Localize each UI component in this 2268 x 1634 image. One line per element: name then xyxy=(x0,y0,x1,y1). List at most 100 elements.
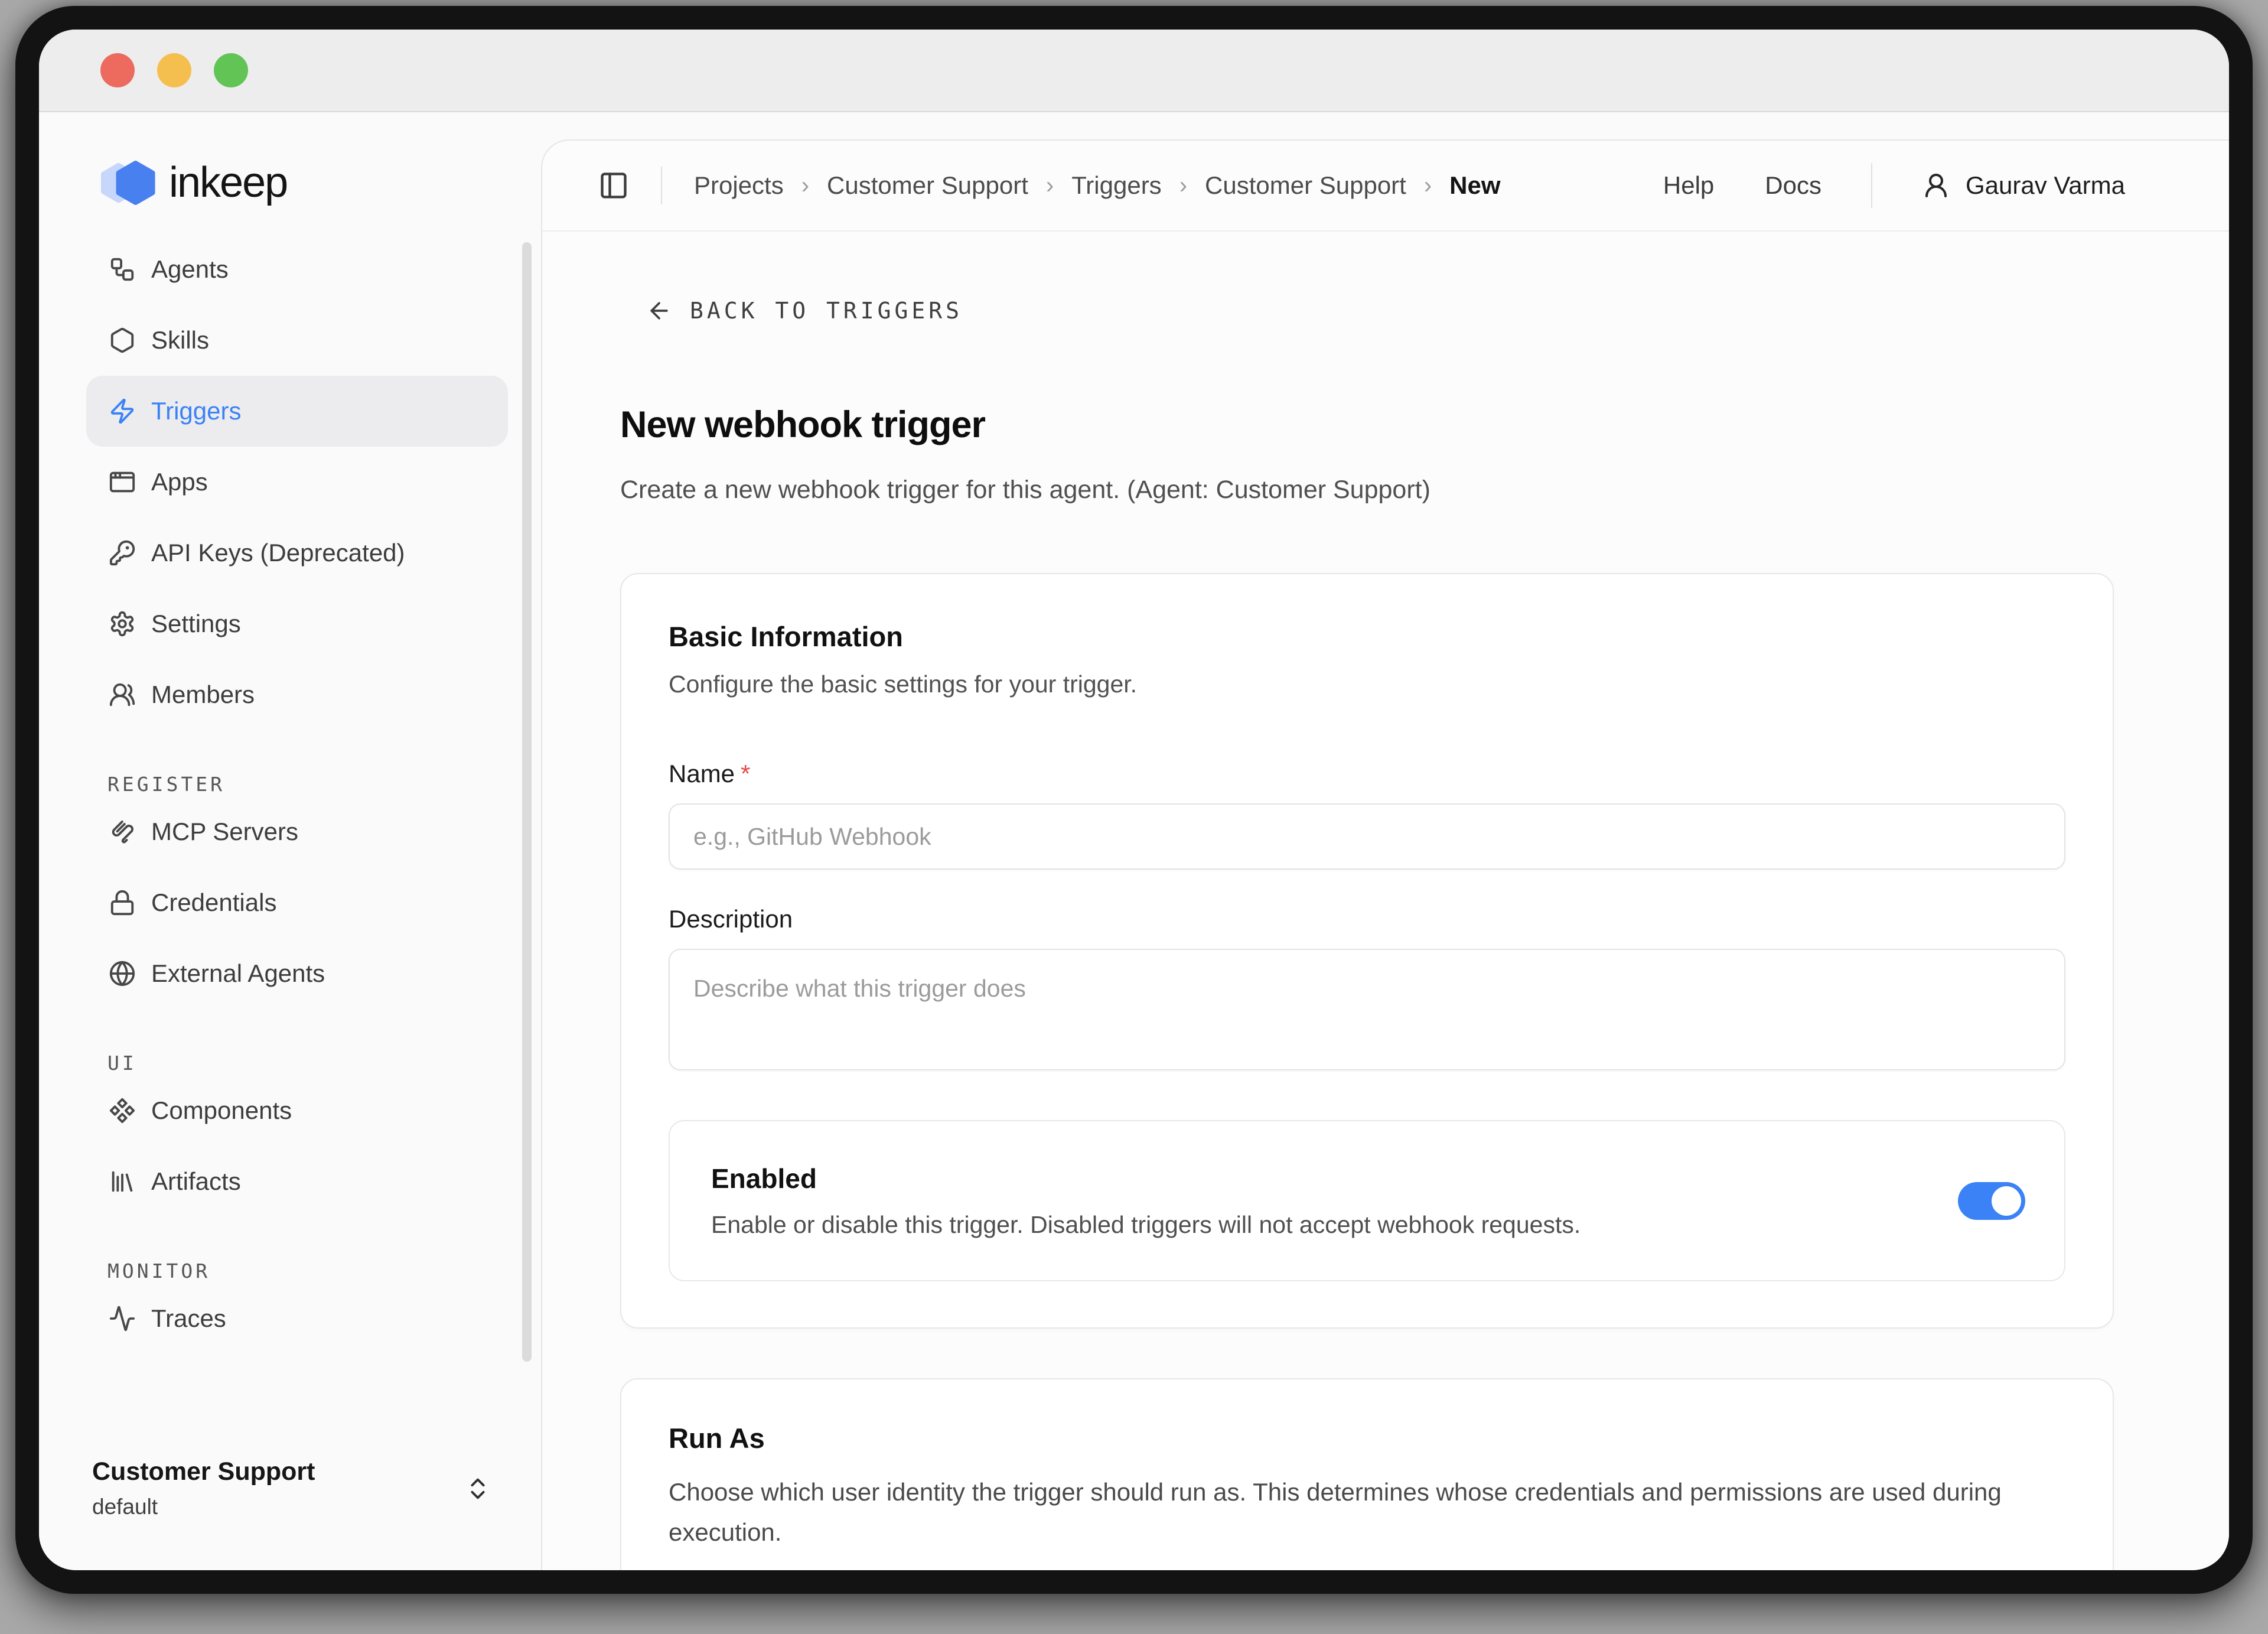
breadcrumb-separator: › xyxy=(1179,172,1187,199)
sidebar-item-label: Skills xyxy=(151,326,209,354)
sidebar-item-label: Settings xyxy=(151,610,241,638)
minimize-window-button[interactable] xyxy=(157,53,191,87)
brand-logo[interactable]: inkeep xyxy=(100,158,508,207)
name-label: Name* xyxy=(669,760,2065,788)
activity-icon xyxy=(109,1305,136,1332)
help-link[interactable]: Help xyxy=(1663,171,1714,200)
key-icon xyxy=(109,539,136,567)
sidebar-item-label: Apps xyxy=(151,468,208,496)
description-textarea[interactable] xyxy=(669,949,2065,1070)
sidebar-item-components[interactable]: Components xyxy=(86,1075,508,1146)
users-icon xyxy=(109,681,136,708)
content-panel: Projects › Customer Support › Triggers ›… xyxy=(541,139,2229,1570)
sidebar-item-label: API Keys (Deprecated) xyxy=(151,539,405,567)
sidebar-item-label: Agents xyxy=(151,255,229,284)
chevrons-up-down-icon xyxy=(464,1475,491,1502)
window-titlebar xyxy=(39,30,2229,112)
breadcrumb-separator: › xyxy=(1424,172,1432,199)
sidebar-item-api-keys[interactable]: API Keys (Deprecated) xyxy=(86,517,508,588)
sidebar-toggle-button[interactable] xyxy=(598,170,629,201)
app-window-icon xyxy=(109,468,136,496)
device-bezel: inkeep Agents Skills Triggers xyxy=(15,6,2253,1594)
workflow-icon xyxy=(109,256,136,283)
app-window: inkeep Agents Skills Triggers xyxy=(39,30,2229,1570)
arrow-left-icon xyxy=(646,298,672,324)
run-as-title: Run As xyxy=(669,1422,2065,1454)
name-input[interactable] xyxy=(669,803,2065,870)
breadcrumb-customer-support[interactable]: Customer Support xyxy=(827,171,1028,200)
sidebar-item-members[interactable]: Members xyxy=(86,659,508,730)
enabled-title: Enabled xyxy=(711,1163,1887,1194)
sidebar-section-ui: UI xyxy=(107,1050,508,1075)
panel-body: BACK TO TRIGGERS New webhook trigger Cre… xyxy=(542,232,2229,1570)
panel-header: Projects › Customer Support › Triggers ›… xyxy=(542,141,2229,232)
name-label-text: Name xyxy=(669,760,735,787)
sidebar-item-label: MCP Servers xyxy=(151,818,298,846)
run-as-card: Run As Choose which user identity the tr… xyxy=(620,1378,2114,1570)
user-menu[interactable]: Gaurav Varma xyxy=(1922,171,2125,200)
docs-link[interactable]: Docs xyxy=(1765,171,1821,200)
header-divider xyxy=(661,167,662,204)
sidebar-item-settings[interactable]: Settings xyxy=(86,588,508,659)
component-icon xyxy=(109,1097,136,1124)
page-title: New webhook trigger xyxy=(620,403,2114,446)
sidebar-item-label: Credentials xyxy=(151,888,276,917)
breadcrumb-new: New xyxy=(1449,171,1500,200)
sidebar-item-triggers[interactable]: Triggers xyxy=(86,376,508,447)
run-as-description: Choose which user identity the trigger s… xyxy=(669,1472,2062,1552)
breadcrumb-projects[interactable]: Projects xyxy=(694,171,784,200)
sidebar-item-traces[interactable]: Traces xyxy=(86,1283,508,1354)
sidebar-item-label: External Agents xyxy=(151,959,325,988)
basic-information-subtitle: Configure the basic settings for your tr… xyxy=(669,670,2065,698)
user-name: Gaurav Varma xyxy=(1966,171,2125,200)
enabled-setting: Enabled Enable or disable this trigger. … xyxy=(669,1120,2065,1281)
inkeep-logo-mark xyxy=(100,159,157,207)
sidebar-item-label: Triggers xyxy=(151,397,241,425)
back-link-label: BACK TO TRIGGERS xyxy=(690,298,963,324)
back-to-triggers-link[interactable]: BACK TO TRIGGERS xyxy=(646,298,963,324)
user-icon xyxy=(1922,171,1950,200)
sidebar-nav: Agents Skills Triggers Apps xyxy=(86,234,508,1354)
sidebar-section-monitor: MONITOR xyxy=(107,1258,508,1283)
sidebar-item-agents[interactable]: Agents xyxy=(86,234,508,305)
enabled-toggle[interactable] xyxy=(1958,1182,2025,1220)
required-asterisk: * xyxy=(741,760,750,787)
brand-wordmark: inkeep xyxy=(169,158,287,207)
sidebar-item-label: Components xyxy=(151,1096,292,1125)
sidebar-section-register: REGISTER xyxy=(107,772,508,796)
panel-left-icon xyxy=(598,170,629,201)
breadcrumb: Projects › Customer Support › Triggers ›… xyxy=(694,171,1501,200)
breadcrumb-separator: › xyxy=(1046,172,1054,199)
toggle-knob xyxy=(1992,1186,2021,1216)
sidebar-item-skills[interactable]: Skills xyxy=(86,305,508,376)
sidebar-item-external-agents[interactable]: External Agents xyxy=(86,938,508,1009)
sidebar-item-label: Members xyxy=(151,681,255,709)
breadcrumb-agent-customer-support[interactable]: Customer Support xyxy=(1205,171,1406,200)
project-switcher[interactable]: Customer Support default xyxy=(86,1457,508,1519)
sidebar: inkeep Agents Skills Triggers xyxy=(39,112,541,1570)
sidebar-item-mcp-servers[interactable]: MCP Servers xyxy=(86,796,508,867)
mcp-icon xyxy=(109,818,136,845)
project-name: Customer Support xyxy=(92,1457,464,1486)
globe-icon xyxy=(109,960,136,987)
sidebar-item-artifacts[interactable]: Artifacts xyxy=(86,1146,508,1217)
close-window-button[interactable] xyxy=(100,53,135,87)
basic-information-card: Basic Information Configure the basic se… xyxy=(620,573,2114,1329)
app-body: inkeep Agents Skills Triggers xyxy=(39,112,2229,1570)
page-subtitle: Create a new webhook trigger for this ag… xyxy=(620,476,2114,504)
main-area: Projects › Customer Support › Triggers ›… xyxy=(541,112,2229,1570)
sidebar-item-label: Artifacts xyxy=(151,1167,241,1196)
enabled-description: Enable or disable this trigger. Disabled… xyxy=(711,1211,1887,1239)
project-environment: default xyxy=(92,1495,464,1519)
breadcrumb-triggers[interactable]: Triggers xyxy=(1071,171,1161,200)
sidebar-item-apps[interactable]: Apps xyxy=(86,447,508,517)
lock-icon xyxy=(109,889,136,916)
description-label: Description xyxy=(669,905,2065,933)
gear-icon xyxy=(109,610,136,637)
breadcrumb-separator: › xyxy=(801,172,809,199)
basic-information-title: Basic Information xyxy=(669,620,2065,653)
sidebar-item-credentials[interactable]: Credentials xyxy=(86,867,508,938)
sidebar-scrollbar[interactable] xyxy=(522,242,532,1362)
library-icon xyxy=(109,1168,136,1195)
zoom-window-button[interactable] xyxy=(214,53,248,87)
